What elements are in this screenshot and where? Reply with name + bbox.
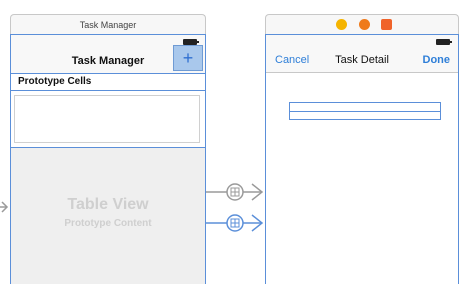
segue-push-1[interactable]: [206, 183, 264, 201]
segue-push-2[interactable]: [206, 214, 264, 232]
segue-connections: [0, 183, 264, 232]
entry-arrow-icon: [0, 201, 9, 213]
